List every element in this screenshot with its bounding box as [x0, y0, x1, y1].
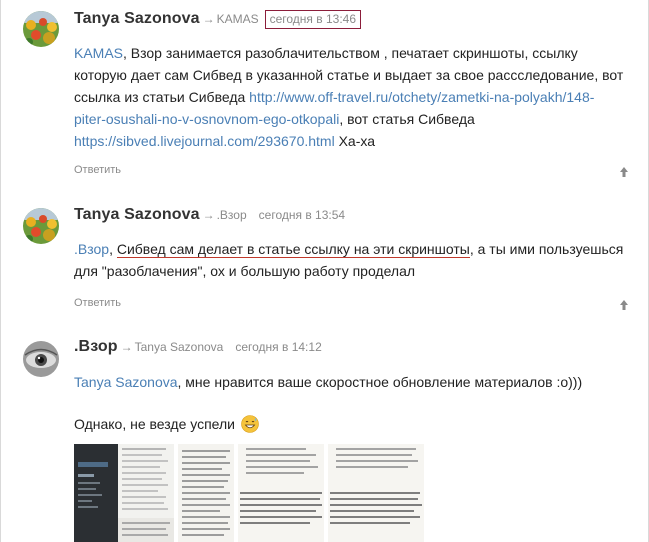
avatar-tanya[interactable] [23, 208, 59, 244]
reply-target[interactable]: KAMAS [217, 12, 259, 26]
text-line: , а ты ими пользуешься [469, 241, 624, 257]
comment-header: Tanya Sazonova → KAMAS сегодня в 13:46 [74, 10, 362, 32]
text-line: для "разоблачения", ох и большую работу … [74, 263, 416, 279]
comments-panel: Tanya Sazonova → KAMAS сегодня в 13:46 K… [0, 0, 649, 542]
underlined-text: Сибвед сам делает в статье ссылку на эти… [116, 241, 470, 258]
author-name[interactable]: Tanya Sazonova [74, 206, 200, 224]
mention-link[interactable]: KAMAS [74, 45, 123, 61]
mention-link[interactable]: .Взор [74, 241, 109, 257]
reply-button[interactable]: Ответить [74, 297, 121, 309]
attached-image[interactable] [178, 444, 234, 542]
up-arrow-icon[interactable] [619, 165, 629, 177]
avatar-tanya[interactable] [23, 11, 59, 47]
text-line: , [109, 241, 117, 257]
attached-image[interactable] [74, 444, 174, 542]
text-line: которую дает сам Сибвед в указанной стат… [74, 67, 624, 83]
reply-arrow: → [120, 340, 133, 354]
reply-arrow: → [202, 12, 215, 26]
comment-header: Tanya Sazonova → .Взор сегодня в 13:54 [74, 206, 345, 228]
comment-header: .Взор → Tanya Sazonova сегодня в 14:12 [74, 338, 322, 360]
comment-text: KAMAS, Взор занимается разоблачительство… [74, 42, 640, 152]
mention-link[interactable]: Tanya Sazonova [74, 374, 178, 390]
reply-arrow: → [202, 208, 215, 222]
comment-text: .Взор, Сибвед сам делает в статье ссылку… [74, 238, 640, 282]
text-line: , мне нравится ваше скоростное обновлени… [177, 374, 583, 390]
comment-time[interactable]: сегодня в 14:12 [235, 340, 321, 354]
reply-target[interactable]: Tanya Sazonova [135, 340, 224, 354]
author-name[interactable]: Tanya Sazonova [74, 10, 200, 28]
attached-image[interactable] [238, 444, 324, 542]
comment-time[interactable]: сегодня в 13:54 [259, 208, 345, 222]
comment-time[interactable]: сегодня в 13:46 [264, 10, 362, 29]
author-name[interactable]: .Взор [74, 338, 118, 356]
text-line: Однако, не везде успели [74, 416, 235, 432]
avatar-vzor[interactable] [23, 341, 59, 377]
avatar-flowers-image [23, 11, 59, 47]
avatar-eye-image [23, 341, 59, 377]
avatar-flowers-image [23, 208, 59, 244]
text-line: Ха-ха [334, 133, 376, 149]
comment-text-2: Однако, не везде успели [74, 413, 640, 435]
url-link[interactable]: https://sibved.livejournal.com/293670.ht… [74, 133, 335, 149]
grinning-sweat-emoji-icon [241, 415, 259, 433]
comment-text: Tanya Sazonova, мне нравится ваше скорос… [74, 371, 640, 393]
url-link[interactable]: piter-osushali-no-v-osnovnom-ego-otkopal… [74, 111, 339, 127]
attached-image[interactable] [328, 444, 424, 542]
attached-images [74, 444, 424, 542]
text-line: ссылка из статьи Сибведа [74, 89, 250, 105]
text-line: , Взор занимается разоблачительством , п… [123, 45, 578, 61]
up-arrow-icon[interactable] [619, 298, 629, 310]
reply-button[interactable]: Ответить [74, 164, 121, 176]
text-line: , вот статья Сибведа [339, 111, 475, 127]
reply-target[interactable]: .Взор [217, 208, 247, 222]
url-link[interactable]: http://www.off-travel.ru/otchety/zametki… [249, 89, 594, 105]
